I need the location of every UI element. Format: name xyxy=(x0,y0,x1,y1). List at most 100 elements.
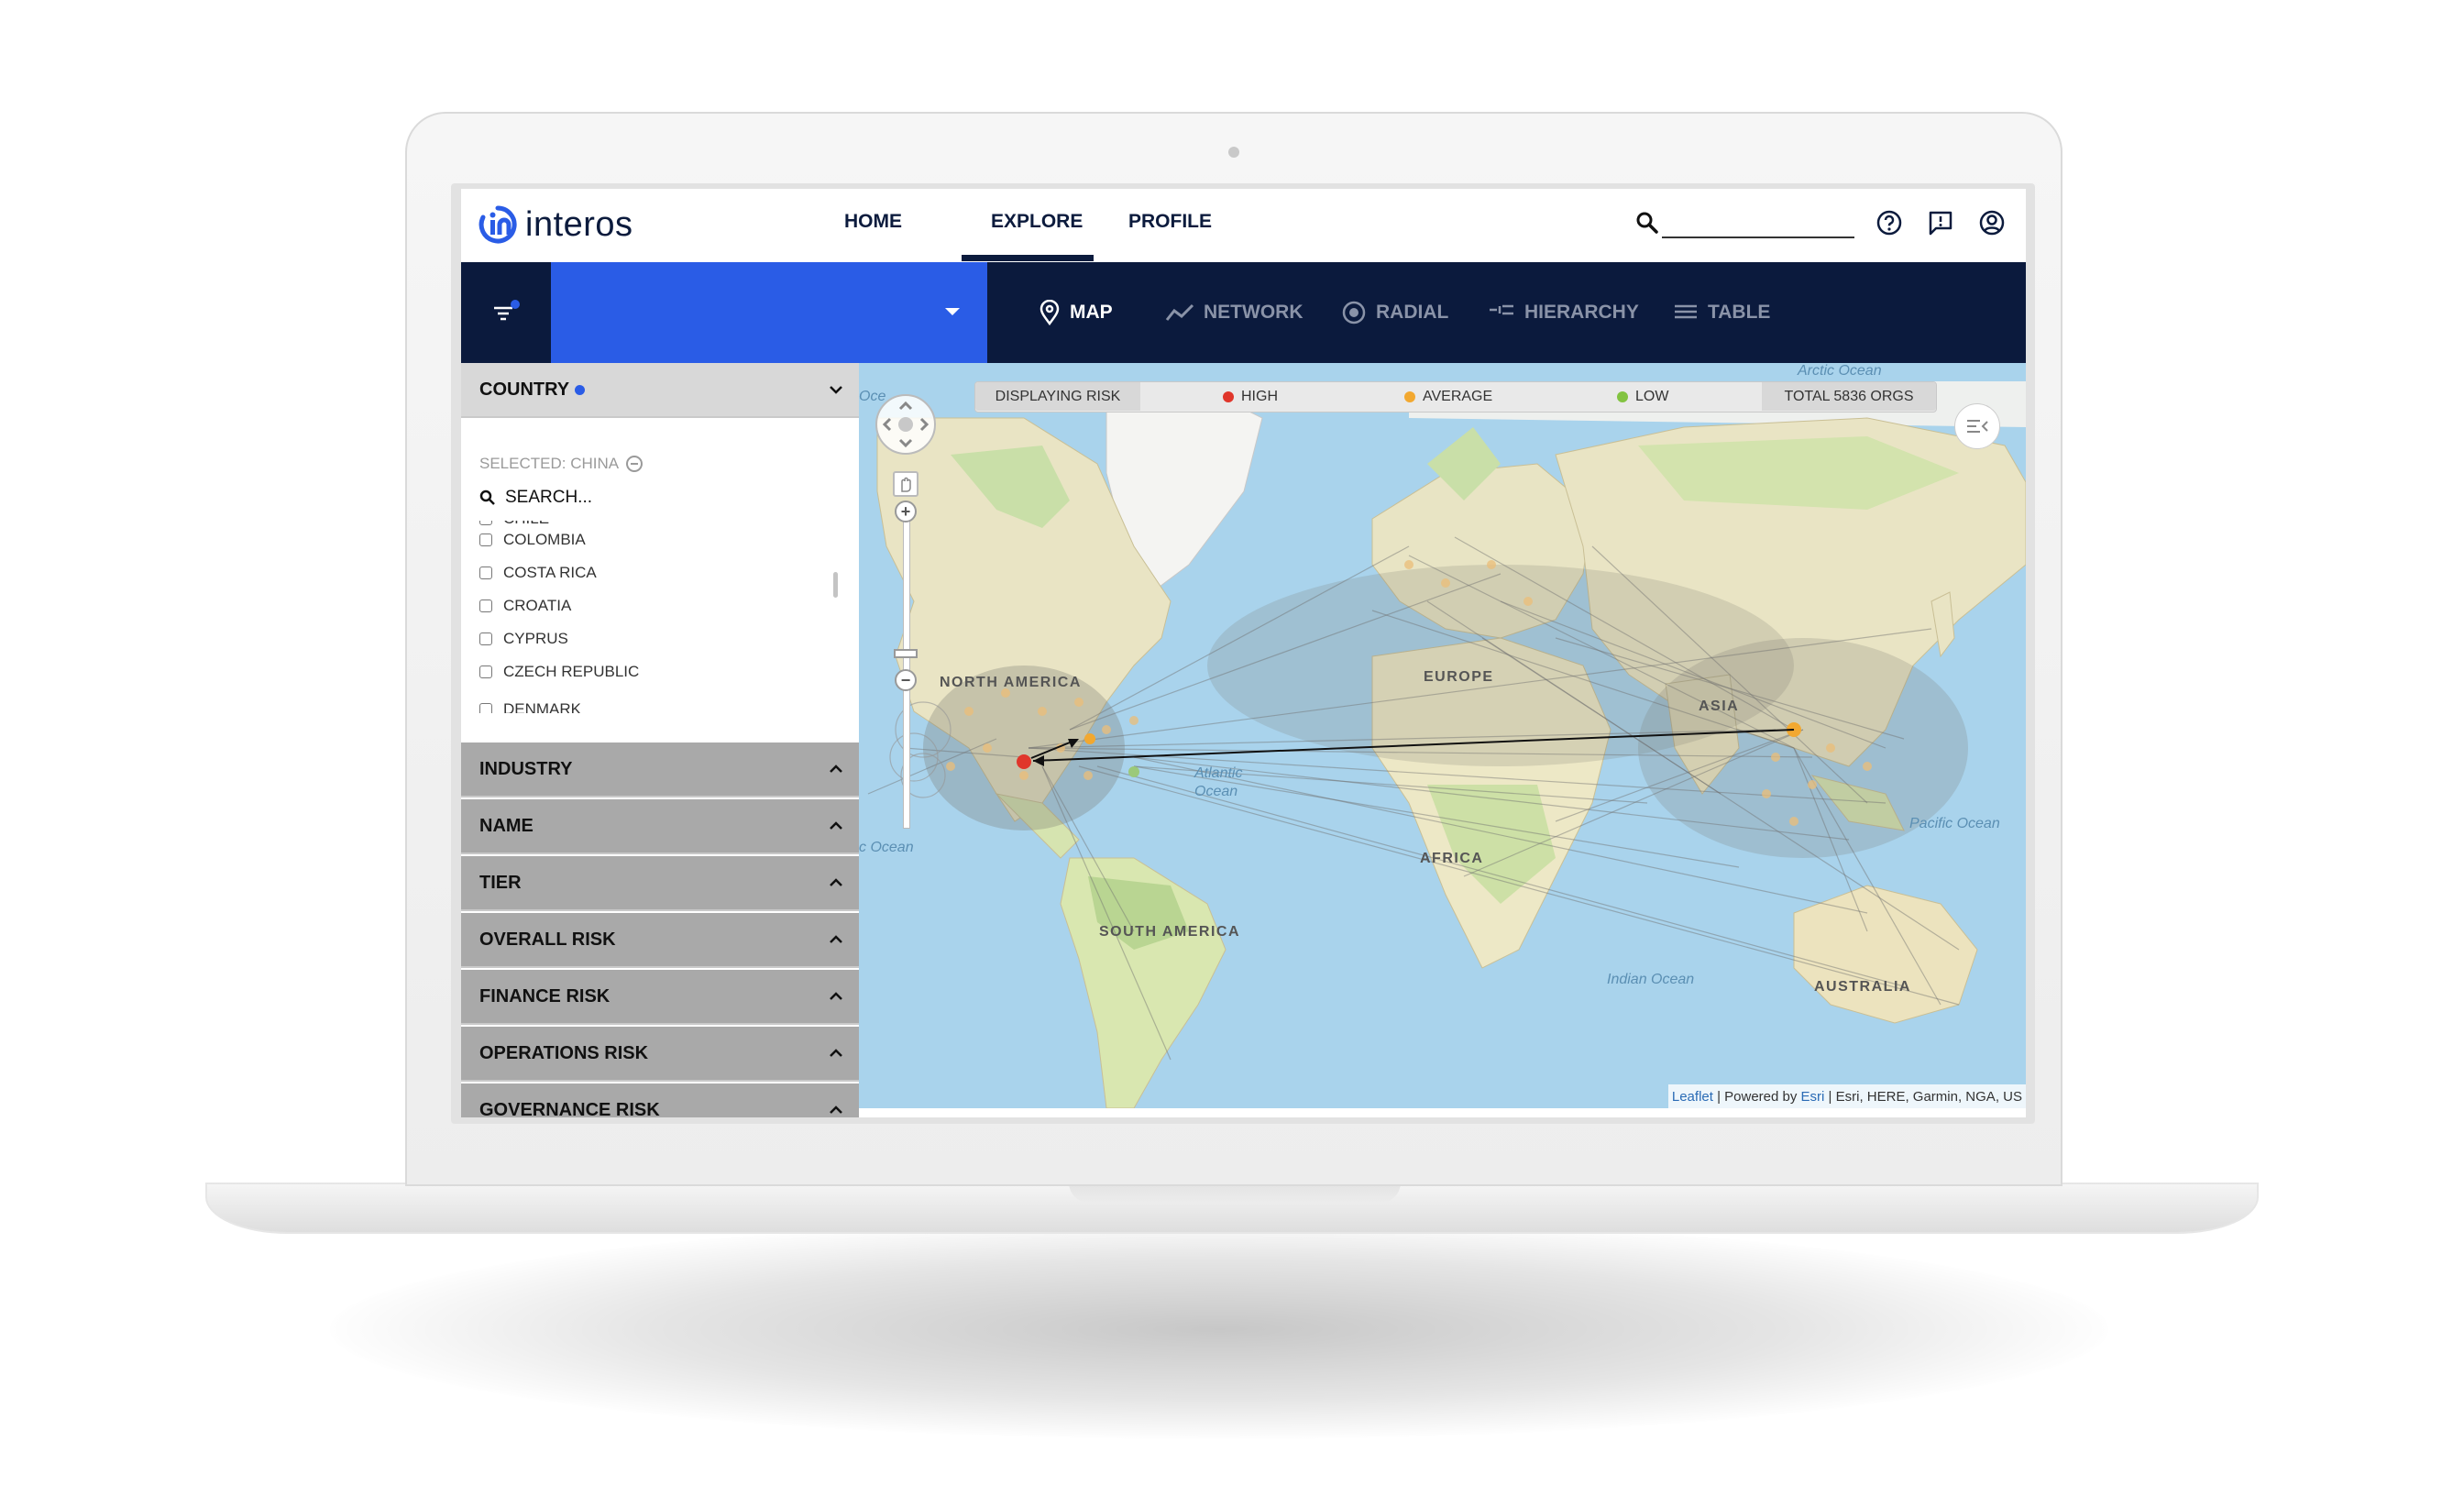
map-pin-icon xyxy=(1040,300,1060,325)
tab-table-label: TABLE xyxy=(1708,302,1771,323)
selected-country-label: SELECTED: CHINA xyxy=(479,455,620,472)
laptop-shadow xyxy=(330,1219,2108,1439)
nav-active-indicator xyxy=(962,255,1094,261)
list-item[interactable]: COLOMBIA xyxy=(479,531,586,549)
industry-section-header[interactable]: INDUSTRY xyxy=(461,742,859,798)
logo-text: interos xyxy=(525,204,633,244)
checkbox[interactable] xyxy=(479,666,492,678)
list-item[interactable]: DENMARK xyxy=(479,700,581,713)
map-menu-button[interactable] xyxy=(1954,403,2000,449)
country-section-header[interactable]: COUNTRY xyxy=(461,363,859,418)
operations-risk-section-header[interactable]: OPERATIONS RISK xyxy=(461,1027,859,1082)
collapse-menu-icon xyxy=(1967,420,1988,433)
section-title: OVERALL RISK xyxy=(479,929,616,950)
tab-network[interactable]: NETWORK xyxy=(1165,299,1304,326)
logo[interactable]: interos xyxy=(478,202,633,248)
filter-toggle-button[interactable] xyxy=(461,262,551,363)
ocean-label: c Ocean xyxy=(859,840,914,855)
checkbox[interactable] xyxy=(479,566,492,579)
chevron-down-icon xyxy=(830,386,842,394)
tab-radial[interactable]: RADIAL xyxy=(1341,299,1448,326)
high-dot-icon xyxy=(1223,390,1234,402)
region-label: AUSTRALIA xyxy=(1814,979,1911,995)
checkbox[interactable] xyxy=(479,632,492,645)
world-map xyxy=(867,381,2026,1108)
help-icon[interactable] xyxy=(1871,204,1908,241)
nav-profile[interactable]: PROFILE xyxy=(1128,211,1212,233)
zoom-in-button[interactable]: + xyxy=(895,500,917,522)
ocean-label: Indian Ocean xyxy=(1607,972,1695,987)
list-item-label: CZECH REPUBLIC xyxy=(503,663,640,680)
risk-legend: DISPLAYING RISK HIGH AVERAGE LOW TOTAL 5… xyxy=(974,381,1937,412)
list-item-label: CROATIA xyxy=(503,597,572,614)
checkbox[interactable] xyxy=(479,521,492,525)
tab-map[interactable]: MAP xyxy=(1039,299,1113,326)
country-section-title: COUNTRY xyxy=(479,379,570,400)
finance-risk-section-header[interactable]: FINANCE RISK xyxy=(461,970,859,1025)
nav-home[interactable]: HOME xyxy=(844,211,902,233)
list-item[interactable]: COSTA RICA xyxy=(479,564,597,582)
country-list: CHILE COLOMBIA COSTA RICA CROATIA CYPRUS… xyxy=(479,521,828,713)
ocean-label: Atlantic Ocean xyxy=(1194,765,1243,799)
attribution-text: | Esri, HERE, Garmin, NGA, US xyxy=(1824,1088,2022,1105)
tier-section-header[interactable]: TIER xyxy=(461,856,859,911)
view-toolbar: MAP NETWORK RADIAL HIERARCHY TABLE xyxy=(461,262,2026,363)
list-item[interactable]: CYPRUS xyxy=(479,630,568,648)
tab-hierarchy-label: HIERARCHY xyxy=(1524,302,1639,323)
account-icon[interactable] xyxy=(1974,204,2010,241)
legend-high[interactable]: HIGH xyxy=(1223,382,1278,411)
tab-radial-label: RADIAL xyxy=(1376,302,1449,323)
app-header: interos HOME EXPLORE PROFILE xyxy=(461,189,2026,262)
country-search[interactable]: SEARCH... xyxy=(479,488,592,508)
box-zoom-button[interactable] xyxy=(893,471,918,497)
legend-low[interactable]: LOW xyxy=(1617,382,1668,411)
name-section-header[interactable]: NAME xyxy=(461,799,859,854)
checkbox[interactable] xyxy=(479,600,492,612)
checkbox[interactable] xyxy=(479,703,492,713)
risk-map[interactable]: DISPLAYING RISK HIGH AVERAGE LOW TOTAL 5… xyxy=(859,363,2026,1108)
filter-icon xyxy=(494,300,520,321)
list-item[interactable]: CZECH REPUBLIC xyxy=(479,663,639,681)
ocean-label: Pacific Ocean xyxy=(1909,816,2000,831)
tab-hierarchy[interactable]: HIERARCHY xyxy=(1488,299,1639,326)
list-item-label: CHILE xyxy=(503,521,549,528)
list-item[interactable]: CROATIA xyxy=(479,597,571,615)
country-search-input[interactable]: SEARCH... xyxy=(505,488,592,508)
chevron-down-icon xyxy=(945,308,960,315)
network-icon xyxy=(1165,303,1194,321)
chevron-up-icon xyxy=(830,992,842,1000)
section-title: GOVERNANCE RISK xyxy=(479,1099,660,1118)
list-item-label: COSTA RICA xyxy=(503,564,597,581)
governance-risk-section-header[interactable]: GOVERNANCE RISK xyxy=(461,1084,859,1117)
zoom-out-button[interactable]: − xyxy=(895,669,917,691)
legend-displaying: DISPLAYING RISK xyxy=(975,382,1140,411)
search-icon[interactable] xyxy=(1629,204,1666,241)
leaflet-link[interactable]: Leaflet xyxy=(1672,1089,1713,1105)
chevron-up-icon xyxy=(830,821,842,830)
feedback-icon[interactable] xyxy=(1922,204,1959,241)
clear-selection-icon[interactable] xyxy=(626,456,644,472)
zoom-slider-handle[interactable] xyxy=(894,649,918,658)
chevron-up-icon xyxy=(830,1049,842,1057)
list-item[interactable]: CHILE xyxy=(479,521,549,528)
chevron-up-icon xyxy=(830,764,842,773)
chevron-up-icon xyxy=(830,935,842,943)
legend-average[interactable]: AVERAGE xyxy=(1404,382,1492,411)
selected-country: SELECTED: CHINA xyxy=(479,455,644,473)
map-footer-strip xyxy=(859,1108,2026,1117)
chevron-up-icon xyxy=(830,1106,842,1114)
region-label: ASIA xyxy=(1699,698,1740,714)
filter-sidebar: COUNTRY SELECTED: CHINA SEARCH... CHILE … xyxy=(461,363,859,1117)
tab-table[interactable]: TABLE xyxy=(1673,299,1770,326)
overall-risk-section-header[interactable]: OVERALL RISK xyxy=(461,913,859,968)
section-title: INDUSTRY xyxy=(479,758,573,779)
legend-high-label: HIGH xyxy=(1241,388,1278,404)
legend-low-label: LOW xyxy=(1635,388,1669,404)
chevron-up-icon xyxy=(830,878,842,886)
esri-link[interactable]: Esri xyxy=(1801,1089,1825,1105)
checkbox[interactable] xyxy=(479,534,492,546)
nav-explore[interactable]: EXPLORE xyxy=(991,211,1083,233)
list-scrollbar[interactable] xyxy=(833,572,838,598)
dataset-dropdown[interactable] xyxy=(551,262,987,363)
search-input[interactable] xyxy=(1662,236,1854,238)
